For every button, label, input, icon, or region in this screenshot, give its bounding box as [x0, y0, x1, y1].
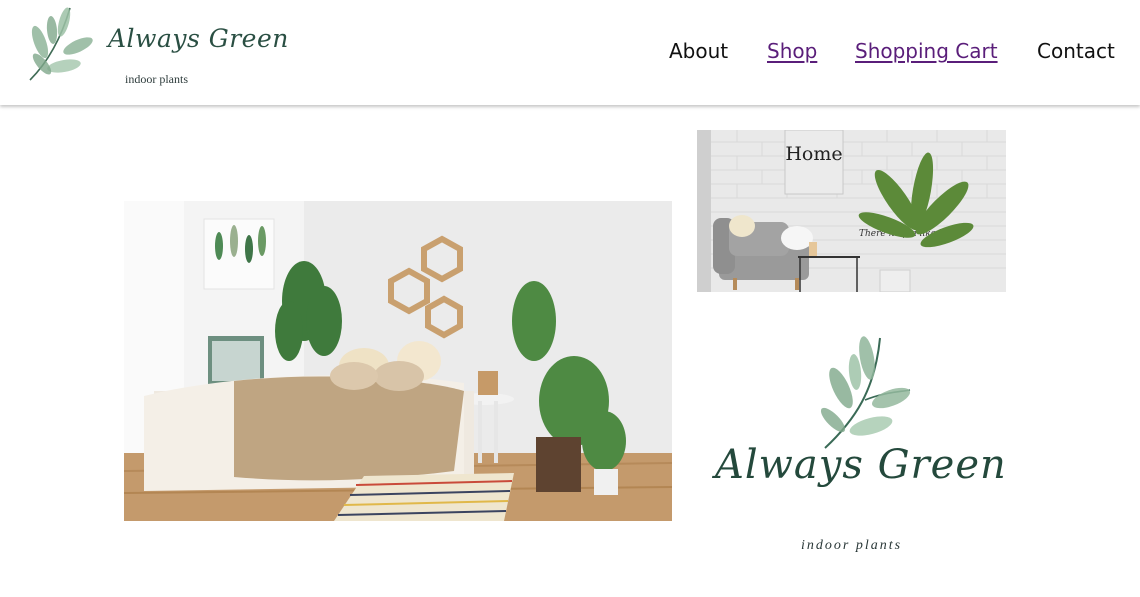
nav-item-about[interactable]: About [669, 38, 728, 64]
large-logo-brand-name: Always Green [715, 442, 1007, 488]
home-sign-text: Home [785, 143, 842, 165]
logo-tagline: indoor plants [125, 72, 188, 86]
nav-item-shop[interactable]: Shop [767, 38, 817, 64]
large-logo-tagline: indoor plants [801, 538, 903, 553]
nav-item-contact[interactable]: Contact [1037, 38, 1115, 64]
logo-brand-name: Always Green [108, 24, 289, 53]
site-header: Always Green indoor plants About Shop Sh… [0, 0, 1140, 105]
nav-item-shopping-cart[interactable]: Shopping Cart [855, 38, 998, 64]
leaf-branch-icon [820, 336, 911, 449]
bedroom-hero-image [124, 201, 672, 521]
header-logo[interactable]: Always Green indoor plants [22, 2, 288, 94]
brand-logo-large: Always Green indoor plants [705, 330, 1007, 570]
leaf-branch-icon [29, 7, 93, 81]
home-living-room-image: Home There no pla like hom [697, 130, 1006, 292]
